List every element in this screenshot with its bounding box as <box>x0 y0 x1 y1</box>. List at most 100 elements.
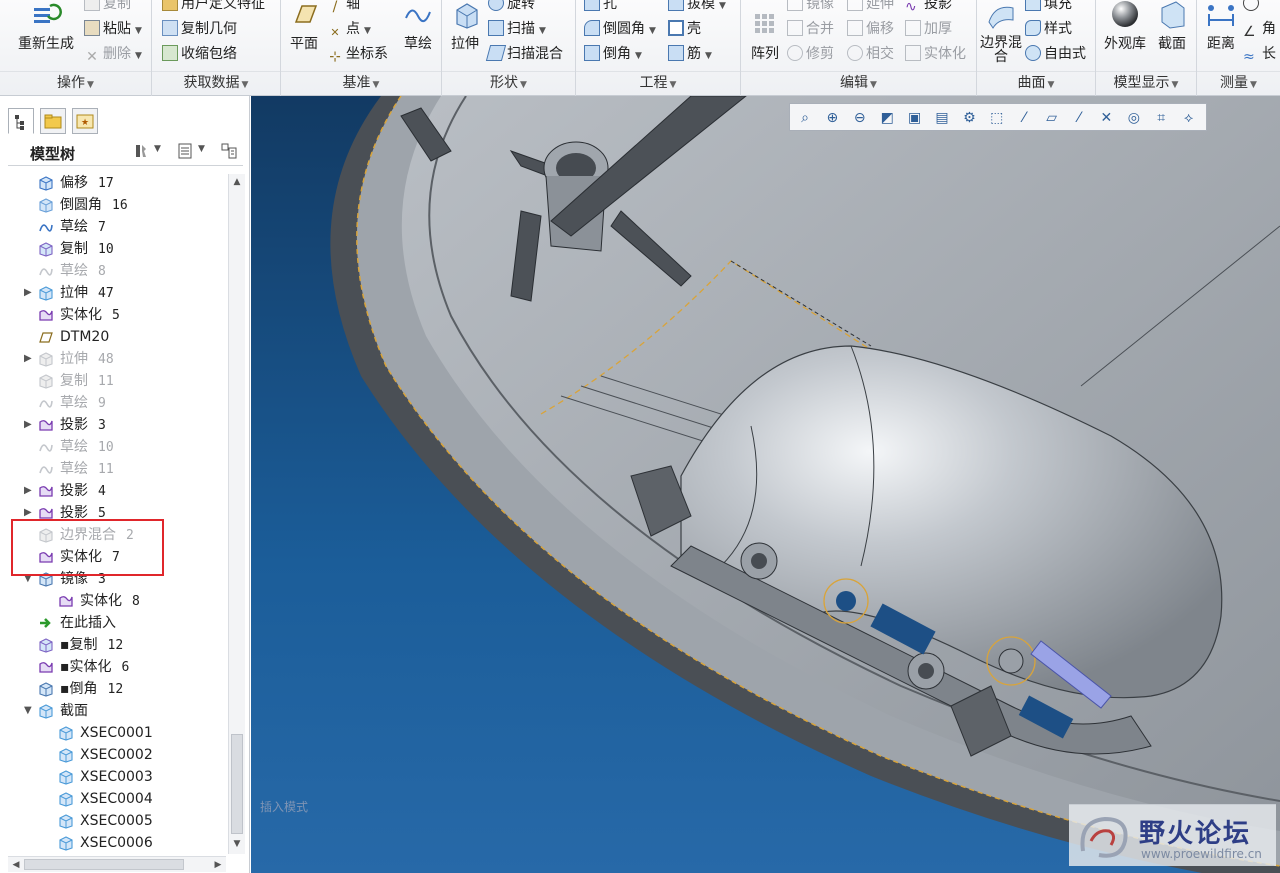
group-label-datum[interactable]: 基准 ▼ <box>281 71 441 93</box>
sketch-display-icon[interactable]: ⟡ <box>1178 107 1200 129</box>
round-button[interactable]: 倒圆角 ▼ <box>584 18 656 40</box>
appearance-gallery-button[interactable]: 外观库 <box>1102 0 1148 52</box>
group-label-edit[interactable]: 编辑 ▼ <box>741 71 976 93</box>
csys-button[interactable]: ⊹ 坐标系 <box>327 43 388 65</box>
datum-plane-display-icon[interactable]: ▱ <box>1041 107 1063 129</box>
section-button[interactable]: 截面 <box>1152 0 1192 52</box>
saved-views-icon[interactable]: ▤ <box>931 107 953 129</box>
draft-button[interactable]: 拔模 ▼ <box>668 0 726 15</box>
tree-item[interactable]: ▪复制 12 <box>8 634 228 656</box>
tree-item[interactable]: DTM20 <box>8 326 228 348</box>
tree-item[interactable]: ▪实体化 6 <box>8 656 228 678</box>
repaint-icon[interactable]: ◩ <box>876 107 898 129</box>
tree-item[interactable]: ▪倒角 12 <box>8 678 228 700</box>
tree-item[interactable]: ▶ 投影 3 <box>8 414 228 436</box>
boundary-blend-button[interactable]: 边界混合 <box>979 0 1023 64</box>
plane-button[interactable]: 平面 <box>285 0 323 52</box>
tree-item[interactable]: ▶ 拉伸 47 <box>8 282 228 304</box>
trim-button[interactable]: 修剪 <box>787 43 834 65</box>
rib-button[interactable]: 筋 ▼ <box>668 43 712 65</box>
tree-item[interactable]: XSEC0002 <box>8 744 228 766</box>
extrude-button[interactable]: 拉伸 <box>446 0 484 52</box>
tree-item[interactable]: XSEC0005 <box>8 810 228 832</box>
thicken-button[interactable]: 加厚 <box>905 18 952 40</box>
collapse-arrow-icon[interactable]: ▼ <box>24 700 34 722</box>
tab-model-tree[interactable] <box>8 108 34 134</box>
zoom-out-icon[interactable]: ⊖ <box>849 107 871 129</box>
delete-button[interactable]: ✕ 删除 ▼ <box>84 43 142 65</box>
graphics-viewport[interactable]: ⌕ ⊕ ⊖ ◩ ▣ ▤ ⚙ ⬚ ⁄ ▱ ⁄ ✕ ◎ ⌗ ⟡ 插入模式 野火论坛 www.proewildfi… <box>251 96 1280 873</box>
tree-item[interactable]: 倒圆角 16 <box>8 194 228 216</box>
tree-horizontal-scrollbar[interactable]: ◀ ▶ <box>8 856 226 872</box>
tree-item[interactable]: XSEC0001 <box>8 722 228 744</box>
scroll-right-arrow-icon[interactable]: ▶ <box>210 857 226 873</box>
regenerate-button[interactable]: 重新生成 <box>12 0 80 52</box>
tab-folder-browser[interactable] <box>40 108 66 134</box>
shell-button[interactable]: 壳 <box>668 18 701 40</box>
revolve-button[interactable]: 旋转 <box>488 0 535 15</box>
measure-diameter-button[interactable] <box>1243 0 1262 15</box>
hole-button[interactable]: 孔 <box>584 0 617 15</box>
angle-button[interactable]: ∠ 角 <box>1243 18 1276 40</box>
group-label-shapes[interactable]: 形状 ▼ <box>442 71 575 93</box>
tree-item[interactable]: 在此插入 <box>8 612 228 634</box>
tree-item[interactable]: ▼ 截面 <box>8 700 228 722</box>
tree-item[interactable]: XSEC0003 <box>8 766 228 788</box>
pattern-button[interactable]: 阵列 <box>745 10 785 62</box>
csys-display-icon[interactable]: ✕ <box>1095 107 1117 129</box>
offset-button[interactable]: 偏移 <box>847 18 894 40</box>
datum-axis-display-icon[interactable]: ⁄ <box>1013 107 1035 129</box>
axis-button[interactable]: / 轴 <box>327 0 360 15</box>
datum-point-display-icon[interactable]: ⁄ <box>1068 107 1090 129</box>
tree-item[interactable]: XSEC0004 <box>8 788 228 810</box>
fill-button[interactable]: 填充 <box>1025 0 1072 15</box>
tree-item[interactable]: 草绘 10 <box>8 436 228 458</box>
freestyle-button[interactable]: 自由式 <box>1025 43 1086 65</box>
solidify-button[interactable]: 实体化 <box>905 43 966 65</box>
length-button[interactable]: ≈ 长 <box>1243 43 1276 65</box>
paste-button[interactable]: 粘贴 ▼ <box>84 18 142 40</box>
tree-item[interactable]: 偏移 17 <box>8 172 228 194</box>
zoom-in-icon[interactable]: ⊕ <box>821 107 843 129</box>
mirror-button[interactable]: 镜像 <box>787 0 834 15</box>
tree-item[interactable]: 草绘 9 <box>8 392 228 414</box>
group-label-measure[interactable]: 测量 ▼ <box>1197 71 1280 93</box>
extend-button[interactable]: 延伸 <box>847 0 894 15</box>
perspective-icon[interactable]: ⬚ <box>986 107 1008 129</box>
merge-button[interactable]: 合并 <box>787 18 834 40</box>
sketch-button[interactable]: 草绘 <box>399 0 437 52</box>
copy-button[interactable]: 复制 <box>84 0 131 15</box>
tree-item[interactable]: 草绘 11 <box>8 458 228 480</box>
expand-arrow-icon[interactable]: ▶ <box>24 480 34 502</box>
tree-item[interactable]: 复制 11 <box>8 370 228 392</box>
shrinkwrap-button[interactable]: 收缩包络 <box>162 43 237 65</box>
group-label-get-data[interactable]: 获取数据 ▼ <box>152 71 280 93</box>
annotation-display-icon[interactable]: ⌗ <box>1150 107 1172 129</box>
model-3d-view[interactable] <box>251 96 1280 873</box>
vertical-scroll-thumb[interactable] <box>231 734 243 834</box>
user-defined-feature-button[interactable]: 用户定义特征 <box>162 0 265 15</box>
group-label-engineering[interactable]: 工程 ▼ <box>576 71 740 93</box>
style-button[interactable]: 样式 <box>1025 18 1072 40</box>
distance-button[interactable]: 距离 <box>1201 0 1241 52</box>
tab-favorites[interactable]: ★ <box>72 108 98 134</box>
tree-settings-icon[interactable] <box>132 142 150 160</box>
scroll-left-arrow-icon[interactable]: ◀ <box>8 857 24 873</box>
tree-settings-dropdown-icon[interactable]: ▼ <box>154 144 161 154</box>
expand-arrow-icon[interactable]: ▶ <box>24 282 34 304</box>
intersect-button[interactable]: 相交 <box>847 43 894 65</box>
expand-arrow-icon[interactable]: ▶ <box>24 414 34 436</box>
refit-icon[interactable]: ⌕ <box>794 107 816 129</box>
show-columns-icon[interactable] <box>176 142 194 160</box>
group-label-model-display[interactable]: 模型显示 ▼ <box>1096 71 1196 93</box>
tree-item[interactable]: ▶ 拉伸 48 <box>8 348 228 370</box>
sweep-button[interactable]: 扫描 ▼ <box>488 18 546 40</box>
horizontal-scroll-thumb[interactable] <box>24 859 184 870</box>
point-button[interactable]: ✕ 点 ▼ <box>327 18 371 40</box>
tree-item[interactable]: ▶ 投影 4 <box>8 480 228 502</box>
group-label-surfaces[interactable]: 曲面 ▼ <box>977 71 1095 93</box>
scroll-up-arrow-icon[interactable]: ▲ <box>229 174 245 190</box>
scroll-down-arrow-icon[interactable]: ▼ <box>229 836 245 852</box>
tree-item[interactable]: 草绘 8 <box>8 260 228 282</box>
group-label-operations[interactable]: 操作 ▼ <box>0 71 151 93</box>
